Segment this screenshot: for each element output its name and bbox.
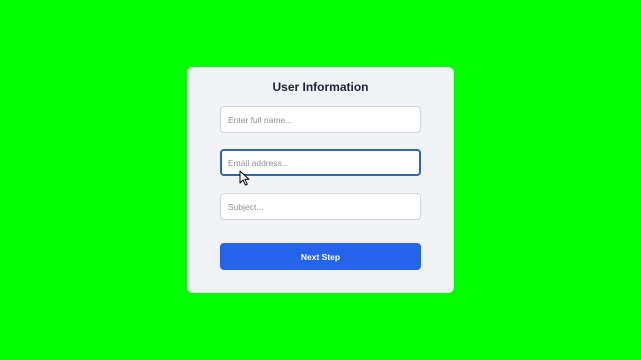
subject-input[interactable] [220, 193, 421, 220]
full-name-input[interactable] [220, 106, 421, 133]
form-title: User Information [272, 80, 369, 94]
next-step-button[interactable]: Next Step [220, 243, 421, 270]
email-input[interactable] [220, 149, 421, 176]
user-information-card: User Information Next Step [187, 67, 454, 293]
